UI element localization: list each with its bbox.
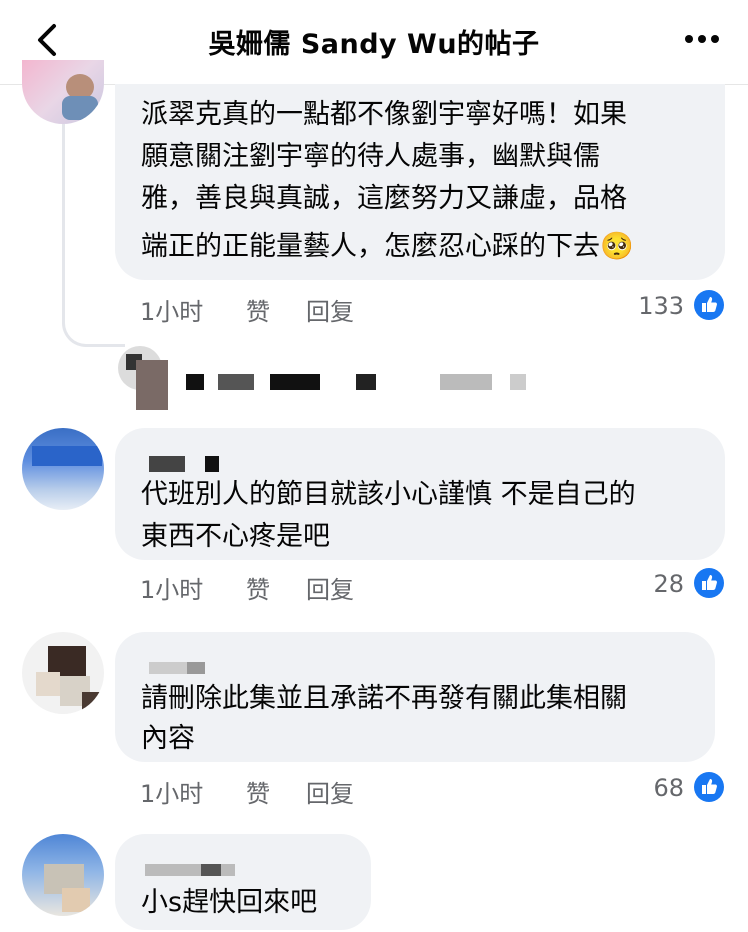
comment-text-line: 雅，善良與真誠，這麼努力又謙虛，品格 xyxy=(141,183,627,214)
pixelated-block xyxy=(186,374,204,390)
reply-action[interactable]: 回复 xyxy=(306,774,354,809)
comment-meta: 1小时 赞 回复 xyxy=(140,570,440,605)
like-count: 68 xyxy=(653,774,684,802)
more-options-icon[interactable] xyxy=(682,24,722,54)
thumbs-up-icon xyxy=(694,568,724,598)
pixelated-block xyxy=(218,374,254,390)
pixelated-username xyxy=(201,864,221,876)
comment-bubble: 請刪除此集並且承諾不再發有關此集相關 內容 xyxy=(115,632,715,762)
pixelated-block xyxy=(440,374,492,390)
thumbs-up-icon xyxy=(694,772,724,802)
comment-time: 1小时 xyxy=(140,298,204,326)
thumbs-up-icon xyxy=(694,290,724,320)
like-action[interactable]: 赞 xyxy=(246,774,270,809)
comment-time: 1小时 xyxy=(140,780,204,808)
pixelated-username xyxy=(205,456,219,472)
comment-text-line: 請刪除此集並且承諾不再發有關此集相關 xyxy=(141,683,627,714)
comment-text-line: 代班別人的節目就該小心謹慎 不是自己的 xyxy=(141,479,636,510)
pixelated-block xyxy=(510,374,526,390)
like-count: 133 xyxy=(638,292,684,320)
comment-text-line: 派翠克真的一點都不像劉宇寧好嗎！如果 xyxy=(141,99,627,130)
pixelated-username xyxy=(145,864,235,876)
pixelated-block xyxy=(356,374,376,390)
like-action[interactable]: 赞 xyxy=(246,570,270,605)
comment-text-line: 內容 xyxy=(141,723,195,754)
comment-text-line: 端正的正能量藝人，怎麼忍心踩的下去🥺 xyxy=(141,231,634,262)
comment-meta: 1小时 赞 回复 xyxy=(140,292,440,327)
like-action[interactable]: 赞 xyxy=(246,292,270,327)
avatar[interactable] xyxy=(22,632,104,714)
like-count: 28 xyxy=(653,570,684,598)
pixelated-username xyxy=(149,456,185,472)
comment-text-line: 小s趕快回來吧 xyxy=(141,887,318,918)
page-title: 吳姍儒 Sandy Wu的帖子 xyxy=(208,29,540,60)
comment-bubble: 代班別人的節目就該小心謹慎 不是自己的 東西不心疼是吧 xyxy=(115,428,725,560)
comment-time: 1小时 xyxy=(140,576,204,604)
avatar[interactable] xyxy=(22,428,104,510)
comment-meta: 1小时 赞 回复 xyxy=(140,774,440,809)
comment-text-line: 願意關注劉宇寧的待人處事，幽默與儒 xyxy=(141,141,600,172)
reply-action[interactable]: 回复 xyxy=(306,292,354,327)
pixelated-block xyxy=(136,360,168,410)
reply-action[interactable]: 回复 xyxy=(306,570,354,605)
comment-bubble: 派翠克真的一點都不像劉宇寧好嗎！如果 願意關注劉宇寧的待人處事，幽默與儒 雅，善… xyxy=(115,84,725,280)
pixelated-username xyxy=(187,662,205,674)
pixelated-block xyxy=(270,374,320,390)
comment-text-line: 東西不心疼是吧 xyxy=(141,521,330,552)
comment-bubble: 小s趕快回來吧 xyxy=(115,834,371,930)
avatar[interactable] xyxy=(22,60,104,124)
avatar[interactable] xyxy=(22,834,104,916)
post-header: 吳姍儒 Sandy Wu的帖子 xyxy=(0,0,748,85)
